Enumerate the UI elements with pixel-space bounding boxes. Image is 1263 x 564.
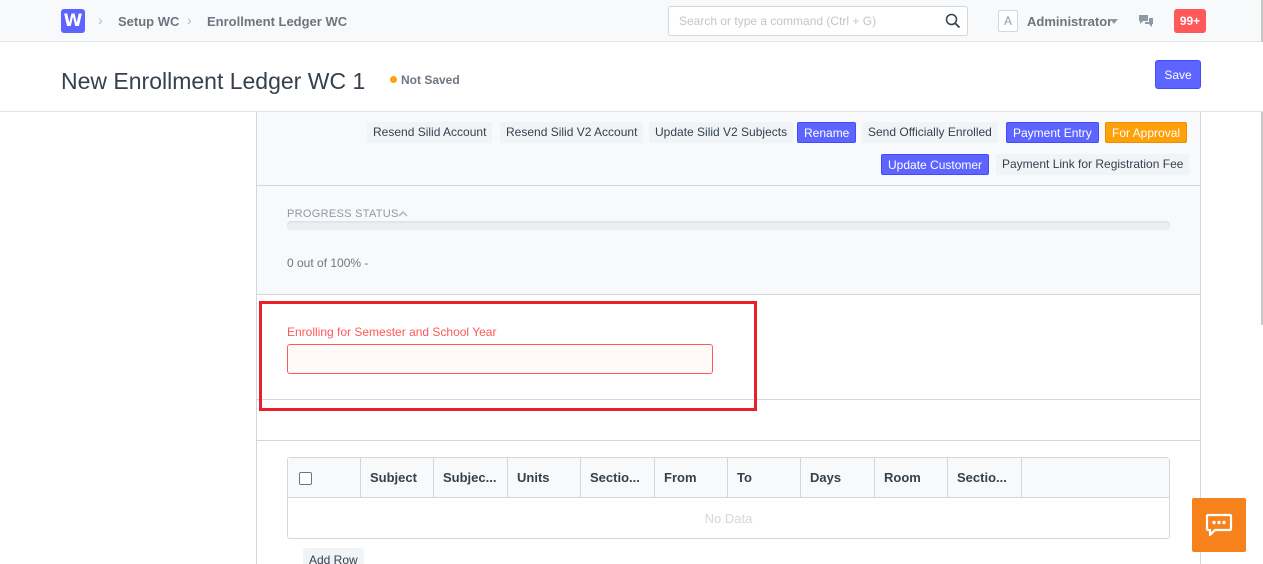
- user-menu[interactable]: Administrator: [1027, 14, 1112, 29]
- column-header[interactable]: To: [728, 458, 801, 498]
- progress-section: PROGRESS STATUS 0 out of 100% -: [257, 186, 1200, 295]
- update-silid-v2-subjects-button[interactable]: Update Silid V2 Subjects: [649, 122, 794, 143]
- add-row-button[interactable]: Add Row: [303, 548, 364, 564]
- for-approval-button[interactable]: For Approval: [1105, 122, 1188, 143]
- column-header[interactable]: From: [655, 458, 728, 498]
- resend-silid-v2-account-button[interactable]: Resend Silid V2 Account: [500, 122, 644, 143]
- progress-text: 0 out of 100% -: [287, 256, 369, 270]
- column-header[interactable]: Subjec...: [434, 458, 508, 498]
- semester-field-label: Enrolling for Semester and School Year: [287, 325, 497, 339]
- progress-bar: [287, 221, 1170, 230]
- chat-widget-button[interactable]: [1192, 498, 1246, 552]
- select-all-checkbox[interactable]: [299, 472, 312, 485]
- rename-button[interactable]: Rename: [797, 122, 857, 143]
- send-officially-enrolled-button[interactable]: Send Officially Enrolled: [862, 122, 998, 143]
- grid-select-all-cell: [288, 458, 361, 498]
- custom-actions-bar: Resend Silid Account Resend Silid V2 Acc…: [257, 112, 1200, 186]
- subjects-grid: Subject Subjec... Units Sectio... From T…: [287, 457, 1170, 539]
- semester-school-year-input[interactable]: [287, 344, 713, 374]
- search-box: [668, 6, 968, 36]
- save-button[interactable]: Save: [1155, 60, 1201, 89]
- column-header[interactable]: Sectio...: [581, 458, 655, 498]
- semester-section: Enrolling for Semester and School Year: [257, 295, 1200, 411]
- chevron-up-icon[interactable]: [398, 210, 408, 217]
- grid-header: Subject Subjec... Units Sectio... From T…: [288, 458, 1169, 498]
- status-indicator-icon: [390, 76, 397, 83]
- column-header[interactable]: Units: [508, 458, 581, 498]
- subjects-table-section: Subject Subjec... Units Sectio... From T…: [257, 441, 1200, 564]
- form-layout: Resend Silid Account Resend Silid V2 Acc…: [256, 112, 1201, 564]
- column-header[interactable]: Subject: [361, 458, 434, 498]
- payment-link-registration-fee-button[interactable]: Payment Link for Registration Fee: [996, 154, 1190, 175]
- status-badge: Not Saved: [401, 73, 460, 87]
- column-header[interactable]: Days: [801, 458, 875, 498]
- payment-entry-button[interactable]: Payment Entry: [1006, 122, 1099, 143]
- navbar: W › Setup WC › Enrollment Ledger WC A Ad…: [0, 0, 1263, 42]
- chat-bubble-icon: [1205, 513, 1233, 537]
- update-customer-button[interactable]: Update Customer: [881, 154, 990, 175]
- empty-section: [257, 400, 1200, 441]
- breadcrumb-chevron-icon: ›: [98, 12, 103, 28]
- caret-down-icon[interactable]: [1110, 19, 1118, 24]
- column-header[interactable]: Sectio...: [948, 458, 1022, 498]
- search-icon[interactable]: [945, 13, 961, 29]
- section-heading[interactable]: PROGRESS STATUS: [287, 208, 399, 220]
- breadcrumb-setup-wc[interactable]: Setup WC: [118, 14, 179, 29]
- breadcrumb-enrollment-ledger-wc[interactable]: Enrollment Ledger WC: [207, 14, 347, 29]
- resend-silid-account-button[interactable]: Resend Silid Account: [367, 122, 493, 143]
- empty-state-text: No Data: [704, 511, 753, 526]
- notifications-badge[interactable]: 99+: [1174, 9, 1206, 33]
- avatar[interactable]: A: [998, 10, 1018, 32]
- search-input[interactable]: [669, 7, 929, 35]
- breadcrumb-chevron-icon: ›: [187, 12, 192, 28]
- app-logo[interactable]: W: [61, 9, 85, 33]
- page-title: New Enrollment Ledger WC 1: [61, 68, 366, 94]
- column-header[interactable]: Room: [875, 458, 948, 498]
- page-head: New Enrollment Ledger WC 1 Not Saved Sav…: [0, 42, 1263, 112]
- messages-icon[interactable]: [1138, 14, 1154, 28]
